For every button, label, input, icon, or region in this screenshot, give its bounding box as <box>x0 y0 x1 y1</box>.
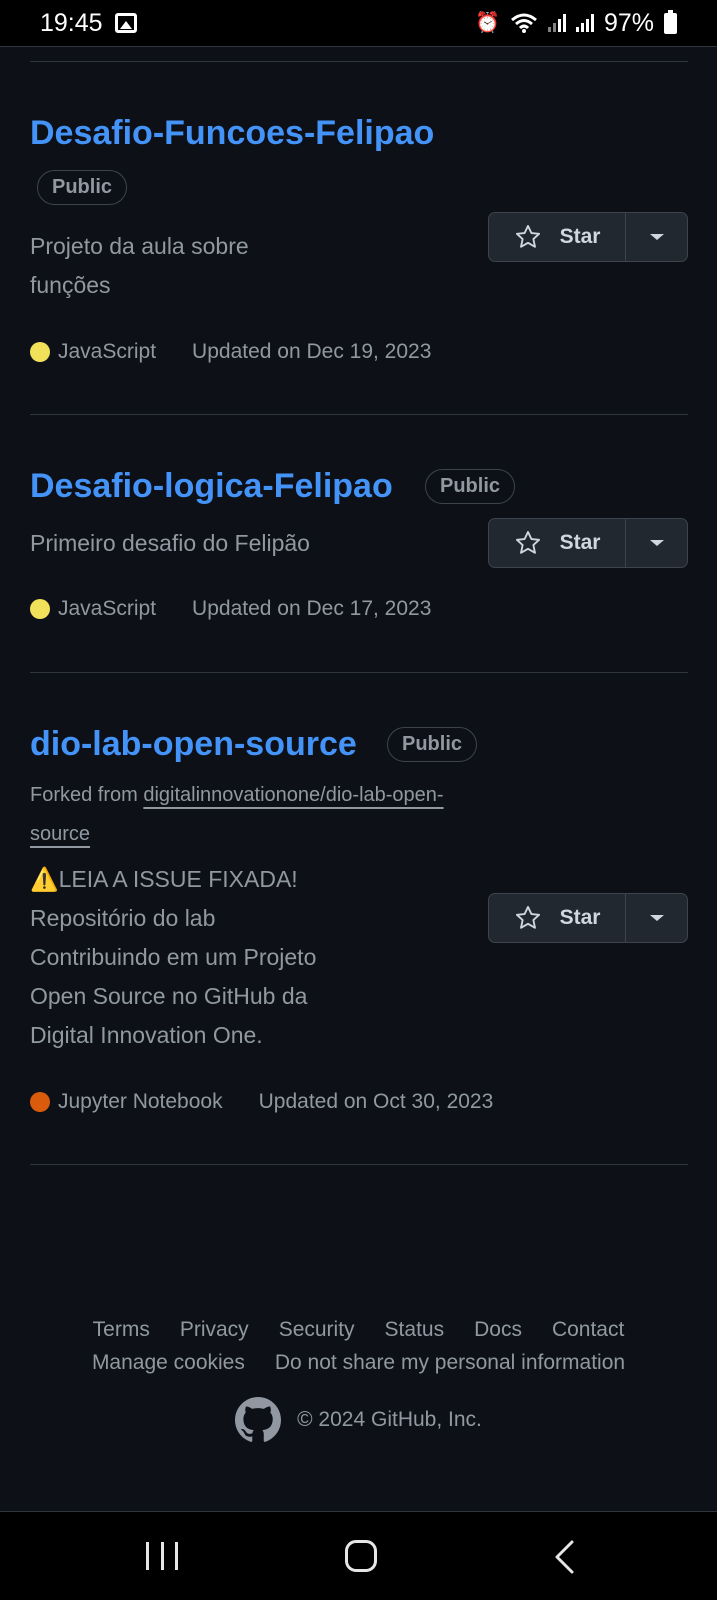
repo-updated: Updated on Oct 30, 2023 <box>258 1090 494 1113</box>
star-icon <box>515 530 540 554</box>
star-button[interactable]: Star <box>489 519 626 567</box>
alarm-icon: ⏰ <box>475 12 500 34</box>
system-navigation-bar <box>0 1511 717 1600</box>
repo-language: Jupyter Notebook <box>58 1090 223 1113</box>
star-icon <box>515 224 540 248</box>
status-bar: 19:45 ⏰ 97% <box>0 0 717 47</box>
wifi-icon <box>510 13 537 33</box>
repo-updated: Updated on Dec 19, 2023 <box>192 340 432 363</box>
back-icon[interactable] <box>552 1539 576 1575</box>
footer-links: Terms Privacy Security Status Docs Conta… <box>0 1318 717 1342</box>
status-time: 19:45 <box>40 8 103 37</box>
home-icon[interactable] <box>345 1540 377 1572</box>
star-label: Star <box>559 531 601 554</box>
footer-link-manage-cookies[interactable]: Manage cookies <box>92 1351 245 1375</box>
star-button[interactable]: Star <box>489 894 626 942</box>
footer-link-privacy[interactable]: Privacy <box>180 1318 249 1342</box>
footer-link-do-not-share[interactable]: Do not share my personal information <box>275 1351 625 1375</box>
language-color-dot <box>30 599 50 619</box>
battery-icon <box>664 9 677 34</box>
footer-copyright: © 2024 GitHub, Inc. <box>0 1397 717 1443</box>
repo-meta: JavaScript Updated on Dec 19, 2023 <box>30 340 431 364</box>
repo-name-link[interactable]: Desafio-Funcoes-Felipao <box>30 114 434 153</box>
github-logo-icon[interactable] <box>235 1397 282 1443</box>
caret-down-icon <box>649 915 664 921</box>
visibility-badge: Public <box>425 469 516 504</box>
repo-meta: JavaScript Updated on Dec 17, 2023 <box>30 597 431 621</box>
star-list-dropdown-button[interactable] <box>626 519 687 567</box>
repo-name-link[interactable]: Desafio-logica-Felipao <box>30 467 393 506</box>
star-list-dropdown-button[interactable] <box>626 213 687 261</box>
repo-description: Primeiro desafio do Felipão <box>30 530 310 556</box>
repo-language: JavaScript <box>58 597 157 620</box>
signal-icon <box>575 14 594 32</box>
repo-name-link[interactable]: dio-lab-open-source <box>30 725 357 764</box>
language-color-dot <box>30 342 50 362</box>
footer-link-status[interactable]: Status <box>385 1318 445 1342</box>
star-list-dropdown-button[interactable] <box>626 894 687 942</box>
divider <box>30 61 688 62</box>
copyright-text: © 2024 GitHub, Inc. <box>297 1408 482 1431</box>
visibility-badge: Public <box>387 727 478 762</box>
repo-meta: Jupyter Notebook Updated on Oct 30, 2023 <box>30 1090 493 1114</box>
footer-links-secondary: Manage cookies Do not share my personal … <box>0 1351 717 1375</box>
recents-icon[interactable] <box>146 1542 178 1572</box>
star-button-group: Star <box>488 212 688 262</box>
star-button-group: Star <box>488 518 688 568</box>
signal-icon <box>547 14 566 32</box>
gallery-icon <box>114 13 137 33</box>
caret-down-icon <box>649 540 664 546</box>
divider <box>30 414 688 415</box>
footer-link-terms[interactable]: Terms <box>93 1318 150 1342</box>
repo-description: ⚠️LEIA A ISSUE FIXADA! Repositório do la… <box>30 866 317 1048</box>
star-button[interactable]: Star <box>489 213 626 261</box>
caret-down-icon <box>649 234 664 240</box>
star-label: Star <box>559 906 601 929</box>
footer-link-docs[interactable]: Docs <box>474 1318 522 1342</box>
repo-language: JavaScript <box>58 340 157 363</box>
star-icon <box>515 905 540 929</box>
repo-description: Projeto da aula sobre funções <box>30 233 249 298</box>
divider <box>30 1164 688 1165</box>
visibility-badge: Public <box>37 170 128 205</box>
footer-link-contact[interactable]: Contact <box>552 1318 624 1342</box>
forked-from: Forked from digitalinnovationone/dio-lab… <box>30 784 444 845</box>
star-button-group: Star <box>488 893 688 943</box>
battery-percent: 97% <box>603 8 654 37</box>
language-color-dot <box>30 1092 50 1112</box>
star-label: Star <box>559 225 601 248</box>
divider <box>30 672 688 673</box>
footer-link-security[interactable]: Security <box>279 1318 355 1342</box>
repo-updated: Updated on Dec 17, 2023 <box>192 597 432 620</box>
